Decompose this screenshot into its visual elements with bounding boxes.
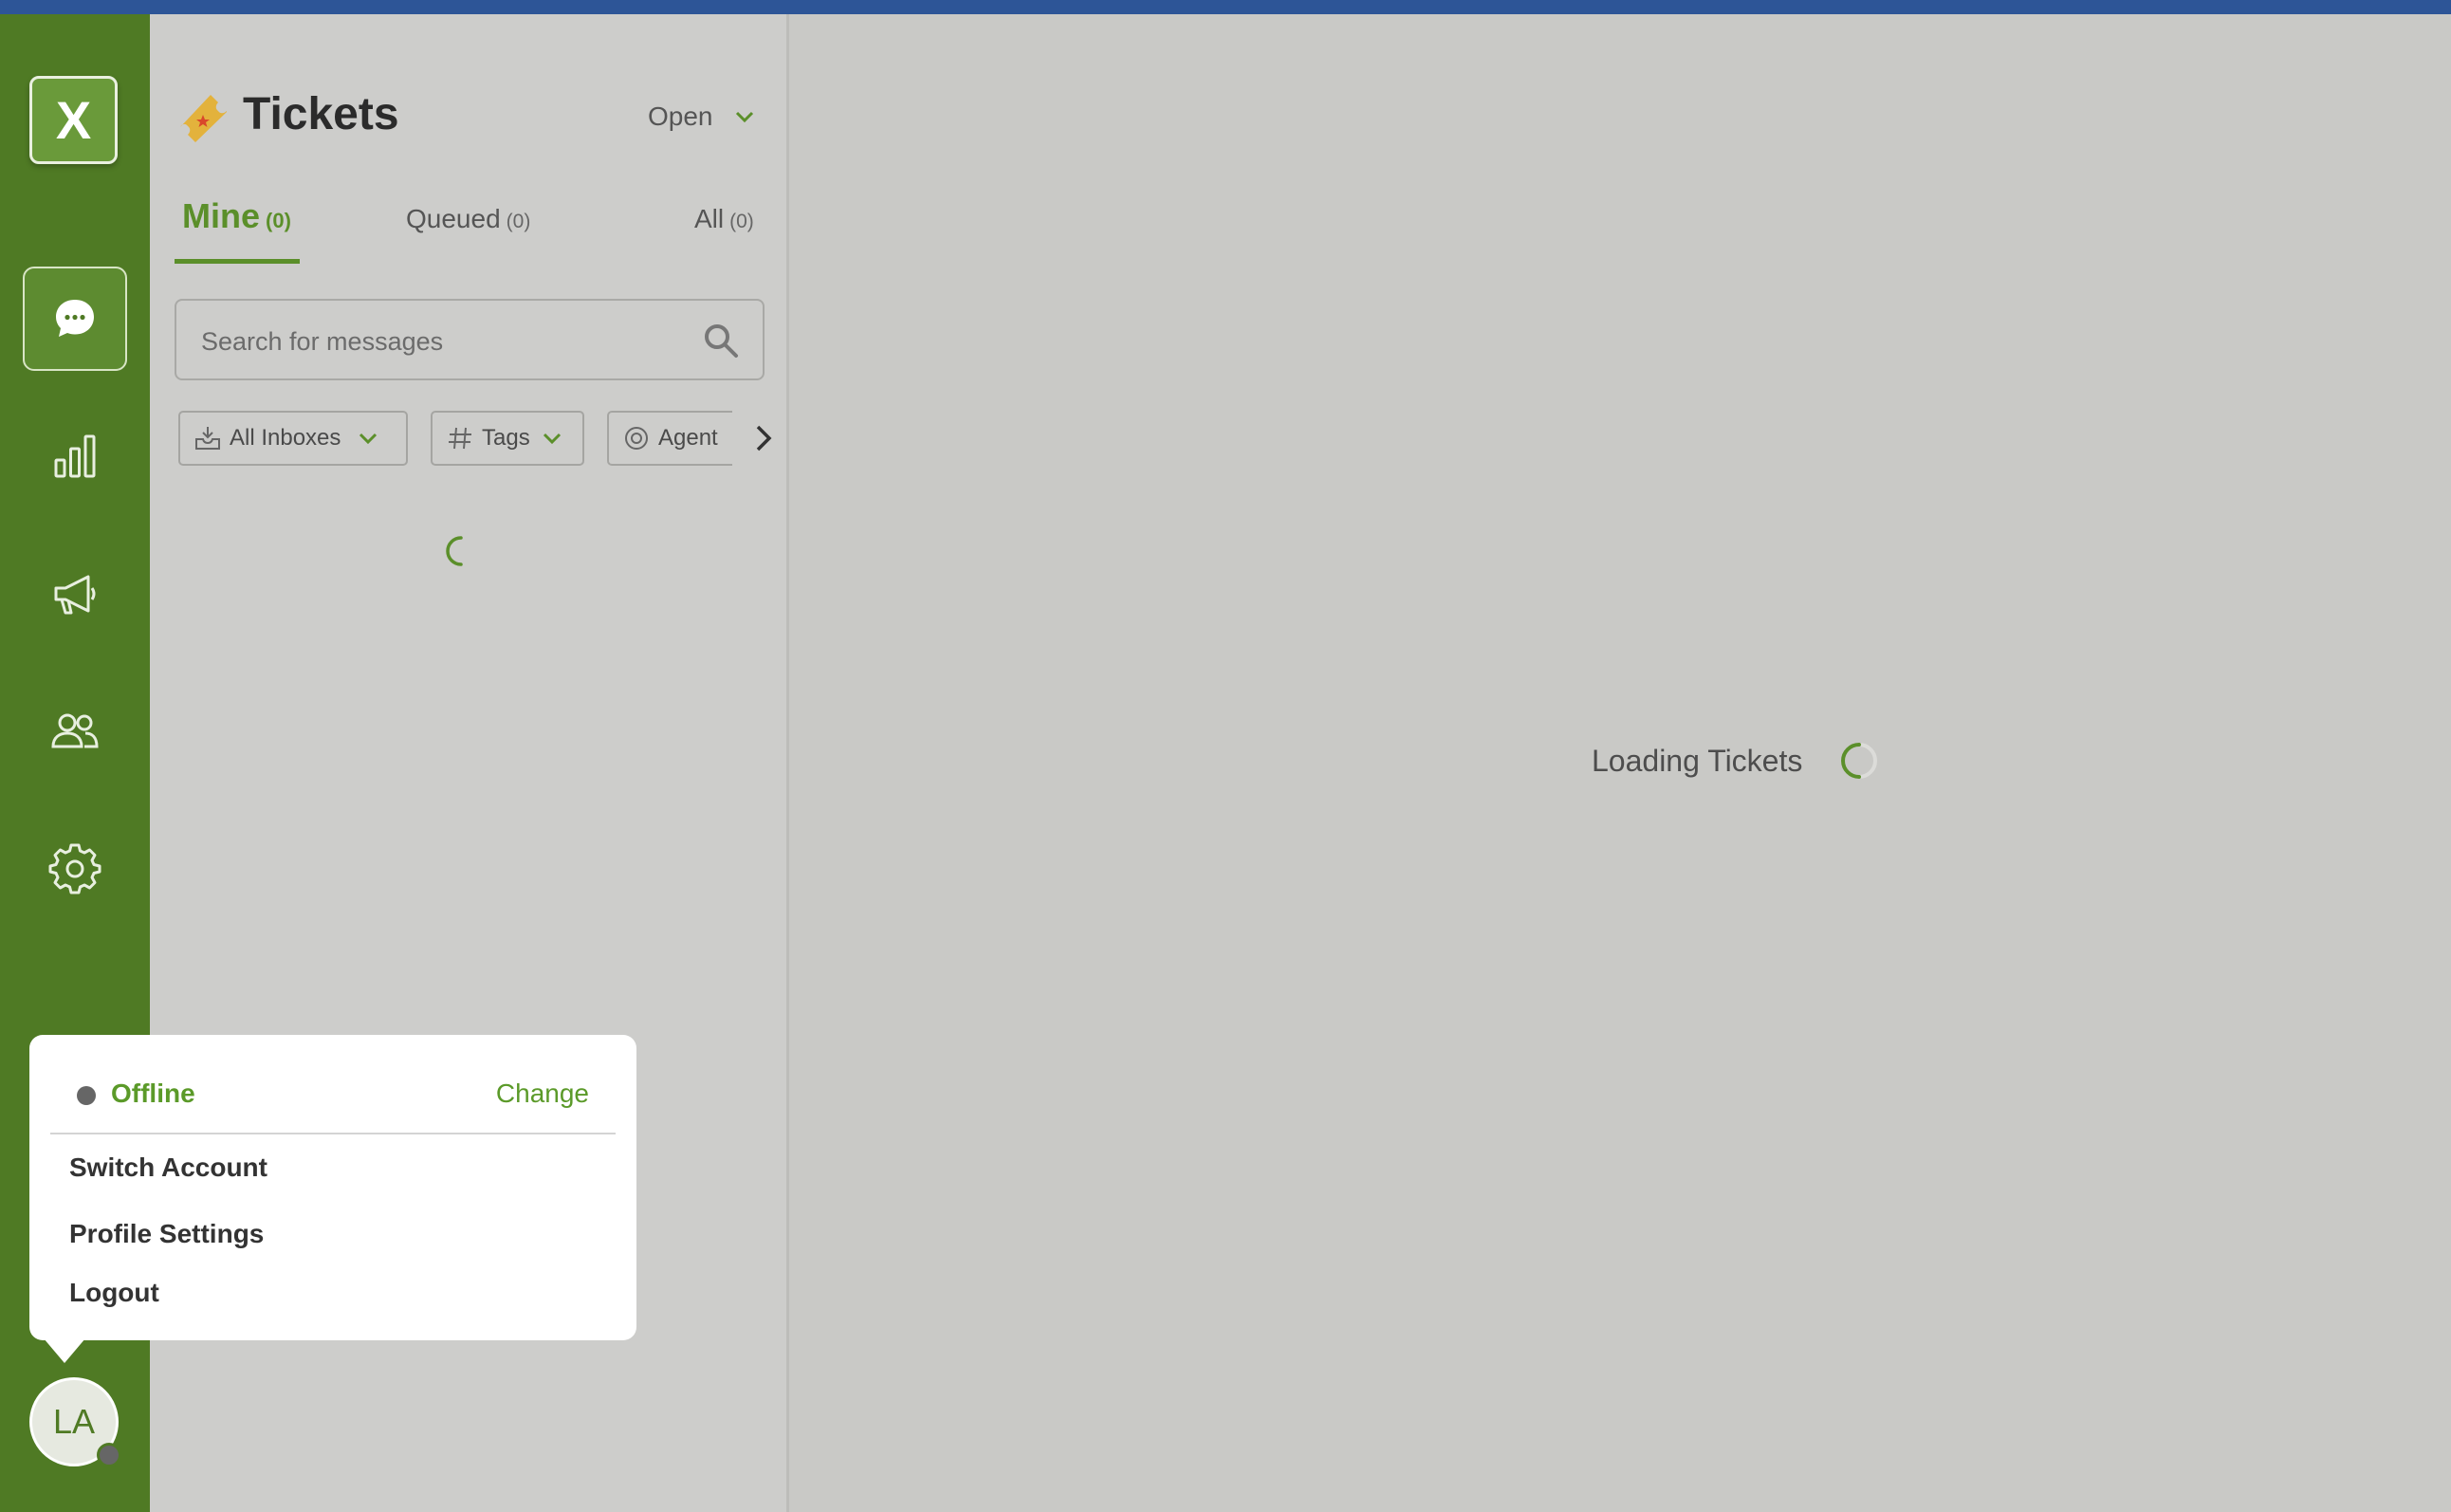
status-filter-dropdown[interactable]: Open (648, 101, 755, 132)
filter-inboxes[interactable]: All Inboxes (178, 411, 408, 466)
app-logo[interactable]: X (29, 76, 118, 164)
search-box (175, 299, 765, 380)
chat-bubble-icon (48, 292, 101, 345)
menu-item-profile-settings[interactable]: Profile Settings (69, 1219, 264, 1249)
sidebar-item-conversations[interactable] (23, 267, 127, 371)
tab-mine[interactable]: Mine (0) (182, 196, 291, 236)
gear-icon (48, 842, 101, 895)
loading-spinner (444, 534, 478, 568)
filter-agent-label: Agent (658, 425, 718, 452)
status-filter-label: Open (648, 101, 713, 132)
status-indicator (77, 1086, 96, 1105)
menu-divider (50, 1133, 616, 1134)
tab-all-count: (0) (729, 211, 754, 232)
chevron-down-icon (358, 428, 378, 449)
inbox-icon (194, 424, 222, 452)
sidebar-item-campaigns[interactable] (23, 542, 127, 646)
active-tab-indicator (175, 259, 300, 264)
tab-all-label: All (694, 204, 724, 233)
page-title: Tickets (243, 88, 399, 140)
search-icon[interactable] (702, 322, 740, 360)
hashtag-icon (446, 424, 474, 452)
sidebar-item-settings[interactable] (23, 817, 127, 921)
filter-inboxes-label: All Inboxes (230, 425, 341, 452)
bar-chart-icon (48, 430, 101, 483)
chevron-down-icon (542, 428, 562, 449)
tab-mine-count: (0) (266, 209, 291, 232)
top-accent-bar (0, 0, 2451, 14)
profile-menu: Offline Change Switch Account Profile Se… (29, 1035, 636, 1340)
agent-icon (622, 424, 651, 452)
menu-item-logout[interactable]: Logout (69, 1278, 159, 1308)
filter-tags[interactable]: Tags (431, 411, 584, 466)
people-icon (48, 705, 101, 758)
change-status-link[interactable]: Change (496, 1079, 589, 1109)
chevron-right-icon[interactable] (749, 422, 778, 454)
filter-tags-label: Tags (482, 425, 530, 452)
tab-queued[interactable]: Queued (0) (406, 204, 530, 234)
menu-item-switch-account[interactable]: Switch Account (69, 1152, 267, 1183)
loading-text: Loading Tickets (1592, 744, 1802, 779)
sidebar-item-contacts[interactable] (23, 679, 127, 784)
megaphone-icon (48, 567, 101, 620)
chevron-down-icon (734, 106, 755, 127)
search-input[interactable] (199, 320, 696, 363)
profile-menu-pointer (44, 1338, 85, 1363)
ticket-icon (176, 92, 230, 145)
tab-queued-count: (0) (507, 211, 531, 232)
filter-agent[interactable]: Agent (607, 411, 732, 466)
status-label: Offline (111, 1079, 195, 1109)
main-loading-state: Loading Tickets (1592, 738, 1882, 784)
loading-spinner (1836, 738, 1882, 784)
avatar-status-dot (97, 1443, 121, 1467)
tab-mine-label: Mine (182, 196, 260, 235)
sidebar-item-reports[interactable] (23, 404, 127, 508)
tab-all[interactable]: All(0) (694, 204, 754, 234)
tab-queued-label: Queued (406, 204, 501, 233)
